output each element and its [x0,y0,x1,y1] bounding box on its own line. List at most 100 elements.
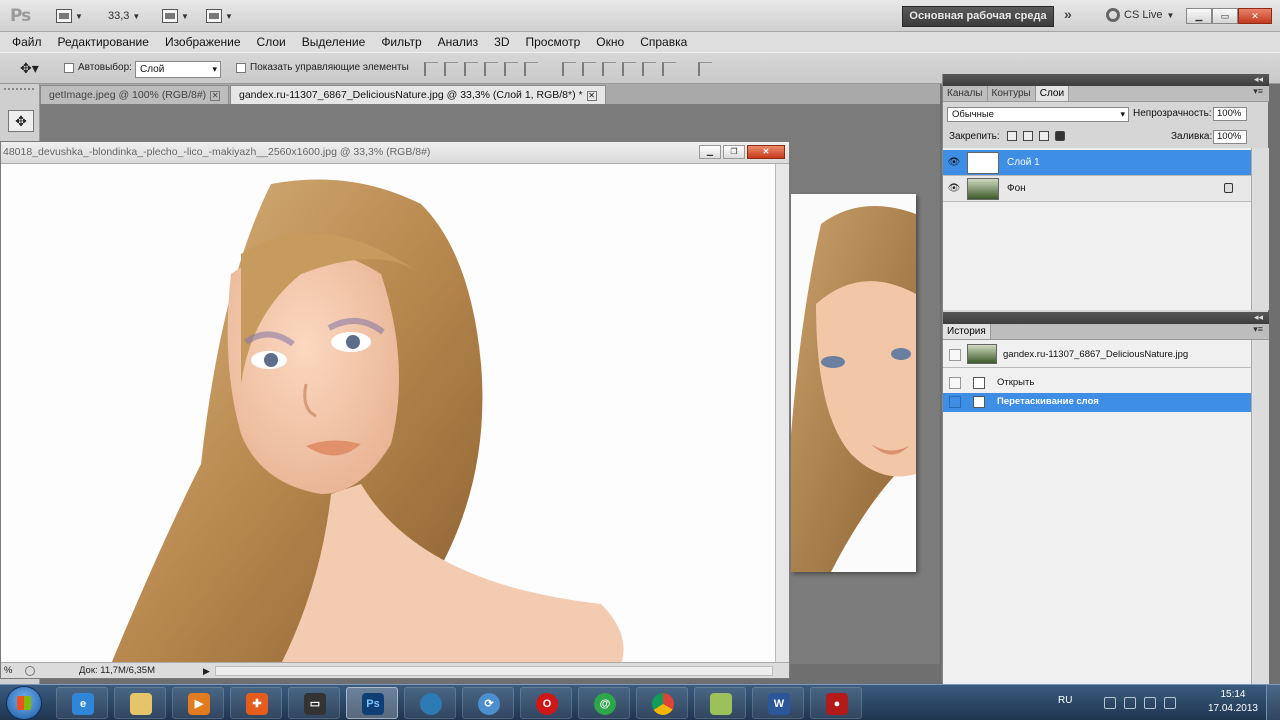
taskbar-notes[interactable] [694,687,746,719]
panel-menu-icon[interactable]: ▾≡ [1253,86,1269,101]
panel-header[interactable]: ◂◂ [943,312,1269,324]
taskbar-recorder[interactable]: ● [810,687,862,719]
language-indicator[interactable]: RU [1058,695,1072,706]
eye-icon[interactable]: 👁 [947,183,961,195]
layer-name[interactable]: Слой 1 [1007,157,1040,168]
maximize-button[interactable]: ▭ [1212,8,1238,24]
taskbar-file-explorer[interactable] [114,687,166,719]
tab-getimage[interactable]: getImage.jpeg @ 100% (RGB/8#) ✕ [40,85,230,104]
menu-image[interactable]: Изображение [165,35,241,49]
doc-close-button[interactable]: ✕ [747,145,785,159]
menu-window[interactable]: Окно [596,35,624,49]
tab-layers[interactable]: Слои [1035,86,1070,101]
align-right-icon[interactable] [524,62,538,76]
menu-file[interactable]: Файл [12,35,42,49]
arrange-documents-button[interactable]: ▼ [162,6,189,26]
auto-select-checkbox[interactable] [64,62,74,73]
history-step[interactable]: Открыть [943,374,1251,393]
layer-name[interactable]: Фон [1007,183,1026,194]
history-step[interactable]: Перетаскивание слоя [943,393,1251,412]
lock-all-icon[interactable] [1055,131,1065,141]
menu-select[interactable]: Выделение [302,35,366,49]
menu-edit[interactable]: Редактирование [58,35,149,49]
lock-pixels-icon[interactable] [1023,131,1033,141]
menu-filter[interactable]: Фильтр [381,35,421,49]
menu-3d[interactable]: 3D [494,35,509,49]
menu-view[interactable]: Просмотр [525,35,580,49]
move-tool-preset-icon[interactable]: ✥▾ [20,60,39,77]
lock-position-icon[interactable] [1039,131,1049,141]
zoom-level-dropdown[interactable]: 33,3 ▼ [108,6,140,26]
collapse-panel-icon[interactable]: ◂◂ [1254,74,1263,85]
menu-layers[interactable]: Слои [257,35,286,49]
taskbar-media-player[interactable]: ▶ [172,687,224,719]
panel-menu-icon[interactable]: ▾≡ [1253,324,1269,339]
menu-help[interactable]: Справка [640,35,687,49]
align-top-icon[interactable] [424,62,438,76]
document-title-bar[interactable]: 48018_devushka_-blondinka_-plecho_-lico_… [1,142,789,164]
distribute-top-icon[interactable] [562,62,576,76]
cs-live-button[interactable]: CS Live ▼ [1106,8,1174,22]
taskbar-opera[interactable]: O [520,687,572,719]
start-button[interactable] [6,686,42,720]
layer-row-layer1[interactable]: 👁 Слой 1 [943,150,1251,176]
more-workspaces-icon[interactable]: » [1064,6,1072,22]
show-transform-controls-option[interactable]: Показать управляющие элементы [236,62,409,73]
tab-history[interactable]: История [943,324,991,339]
fill-field[interactable]: 100% [1213,130,1247,144]
tab-paths[interactable]: Контуры [988,86,1036,101]
close-app-button[interactable]: ✕ [1238,8,1272,24]
taskbar-network[interactable]: ⟳ [462,687,514,719]
auto-select-option[interactable]: Автовыбор: [64,62,132,73]
blend-mode-select[interactable]: Обычные [947,107,1129,122]
history-scrollbar[interactable] [1251,340,1269,684]
minimize-button[interactable]: ▁ [1186,8,1212,24]
history-brush-source-icon[interactable] [949,396,961,408]
taskbar-globe[interactable] [404,687,456,719]
auto-select-target-select[interactable]: Слой [135,61,221,78]
history-brush-source-icon[interactable] [949,349,961,361]
history-snapshot[interactable]: gandex.ru-11307_6867_DeliciousNature.jpg [943,342,1251,368]
status-info-icon[interactable] [25,666,35,676]
taskbar-photoshop[interactable]: Ps [346,687,398,719]
taskbar-terminal[interactable]: ▭ [288,687,340,719]
clock[interactable]: 15:14 17.04.2013 [1208,688,1258,716]
document-canvas[interactable] [1,164,775,664]
align-bottom-icon[interactable] [464,62,478,76]
flag-icon[interactable] [1104,697,1116,709]
status-zoom[interactable]: % [4,663,12,678]
tab-channels[interactable]: Каналы [943,86,988,101]
doc-restore-button[interactable]: ❐ [723,145,745,159]
opacity-field[interactable]: 100% [1213,107,1247,121]
tab-gandex[interactable]: gandex.ru-11307_6867_DeliciousNature.jpg… [230,85,606,104]
panel-header[interactable]: ◂◂ [943,74,1269,86]
close-icon[interactable]: ✕ [210,91,221,101]
network-tray-icon[interactable] [1144,697,1156,709]
taskbar-word[interactable]: W [752,687,804,719]
eye-icon[interactable]: 👁 [947,157,961,169]
show-controls-checkbox[interactable] [236,62,246,73]
workspace-button[interactable]: Основная рабочая среда [902,6,1054,27]
align-left-icon[interactable] [484,62,498,76]
taskbar-mail-agent[interactable]: @ [578,687,630,719]
show-desktop-button[interactable] [1266,685,1280,720]
distribute-bottom-icon[interactable] [602,62,616,76]
launch-bridge-button[interactable]: ▼ [56,6,83,26]
device-icon[interactable] [1124,697,1136,709]
vertical-scrollbar[interactable] [775,164,789,664]
taskbar-internet-explorer[interactable]: e [56,687,108,719]
distribute-hcenter-icon[interactable] [642,62,656,76]
taskbar-app-orange[interactable]: ✚ [230,687,282,719]
align-hcenter-icon[interactable] [504,62,518,76]
layer-row-background[interactable]: 👁 Фон [943,176,1251,202]
taskbar-chrome[interactable] [636,687,688,719]
panel-grip[interactable] [4,88,34,94]
auto-align-icon[interactable] [698,62,712,76]
distribute-vcenter-icon[interactable] [582,62,596,76]
status-menu-arrow-icon[interactable]: ▶ [203,664,210,679]
layers-scrollbar[interactable] [1251,148,1269,310]
move-tool-icon[interactable]: ✥ [8,110,34,132]
collapse-panel-icon[interactable]: ◂◂ [1254,312,1263,323]
screen-mode-button[interactable]: ▼ [206,6,233,26]
background-document-image[interactable] [791,194,916,572]
